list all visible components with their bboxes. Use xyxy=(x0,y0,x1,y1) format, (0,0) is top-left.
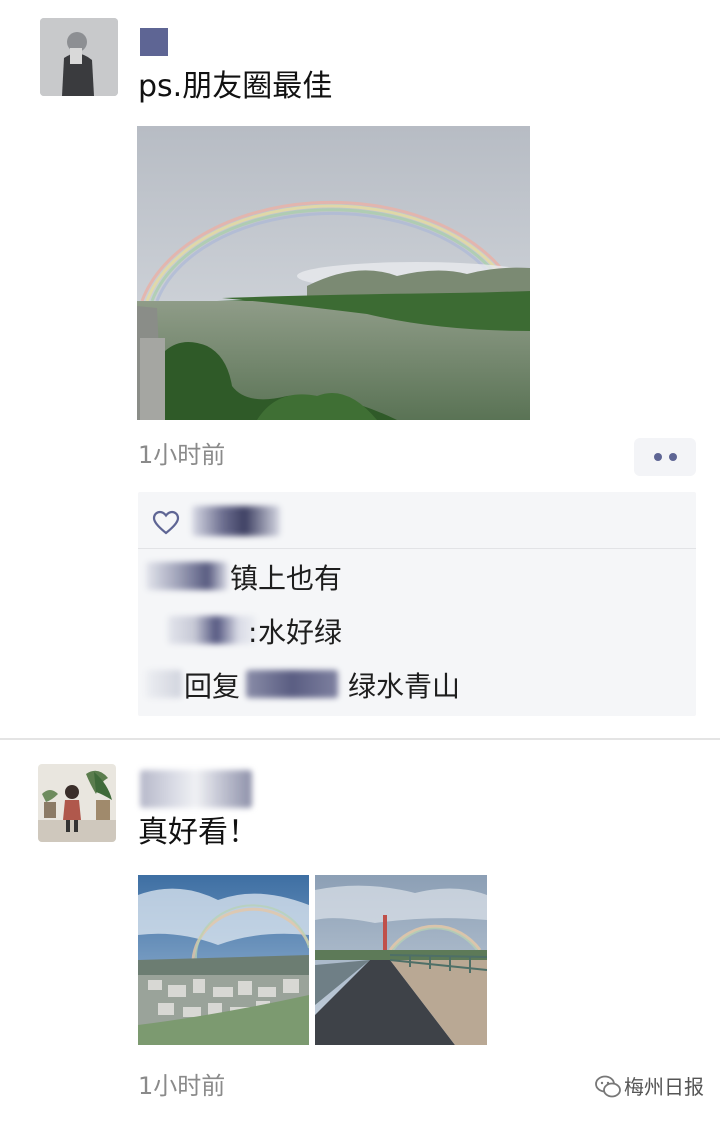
commenter-name[interactable] xyxy=(168,616,256,644)
reply-label: 回复 xyxy=(184,670,241,703)
liker-name[interactable] xyxy=(192,506,280,536)
nickname[interactable] xyxy=(140,28,168,56)
reply-target-name[interactable] xyxy=(246,670,338,698)
comment-divider xyxy=(138,548,696,549)
comment-text: 水好绿 xyxy=(258,616,343,649)
comment-text: 绿水青山 xyxy=(348,670,461,703)
post-image-rainbow-river[interactable] xyxy=(137,126,530,420)
wechat-logo-icon xyxy=(594,1075,622,1099)
more-button[interactable] xyxy=(634,438,696,476)
post-text: ps.朋友圈最佳 xyxy=(138,69,333,104)
avatar[interactable] xyxy=(38,764,116,842)
heart-icon xyxy=(152,510,180,536)
more-dots-icon xyxy=(653,453,662,461)
comment-text: 镇上也有 xyxy=(230,562,343,595)
comment-text-colon: : xyxy=(248,616,258,649)
post-divider xyxy=(0,738,720,740)
post-time: 1小时前 xyxy=(138,441,226,469)
commenter-name[interactable] xyxy=(146,670,182,698)
avatar[interactable] xyxy=(40,18,118,96)
nickname[interactable] xyxy=(140,770,252,808)
watermark-text: 梅州日报 xyxy=(624,1075,704,1099)
commenter-name[interactable] xyxy=(146,562,228,590)
comment-box: 镇上也有 : 水好绿 回复 绿水青山 xyxy=(138,492,696,716)
post-text: 真好看！ xyxy=(138,815,258,850)
post-image-rainbow-city[interactable] xyxy=(138,875,309,1045)
post-image-rainbow-bridge[interactable] xyxy=(315,875,487,1045)
post-time: 1小时前 xyxy=(138,1072,226,1100)
